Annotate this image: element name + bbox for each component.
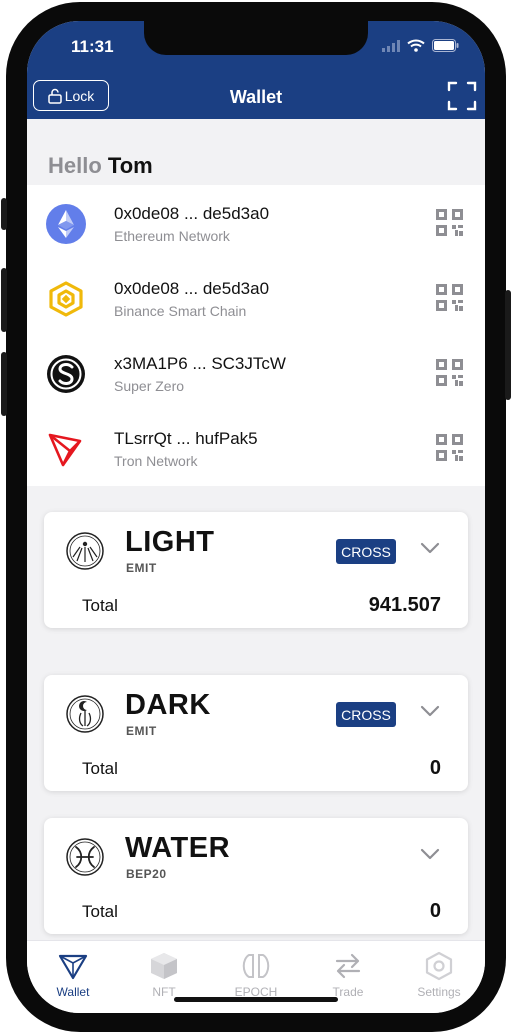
app-header: 11:31 Lock Wallet <box>27 21 485 119</box>
tab-label: Settings <box>417 985 461 999</box>
network-address: 0x0de08 ... de5d3a0 <box>114 204 270 223</box>
page-title: Wallet <box>229 87 283 107</box>
total-label: Total <box>82 759 118 778</box>
cross-button[interactable]: CROSS <box>336 539 396 564</box>
network-item-binance[interactable]: 0x0de08 ... de5d3a0 Binance Smart Chain <box>27 260 485 335</box>
scan-qr-icon[interactable] <box>447 81 477 111</box>
tab-trade[interactable]: Trade <box>308 951 388 999</box>
network-address: x3MA1P6 ... SC3JTcW <box>114 354 286 373</box>
total-label: Total <box>82 596 118 615</box>
ethereum-icon <box>46 204 86 244</box>
wifi-icon <box>407 39 425 52</box>
network-name: Ethereum Network <box>114 228 230 244</box>
total-value: 0 <box>429 900 441 922</box>
tab-nft[interactable]: NFT <box>124 951 204 999</box>
greeting-hello: Hello <box>48 153 102 178</box>
cube-icon <box>151 953 177 979</box>
qr-code-icon[interactable] <box>436 434 463 461</box>
notch <box>144 21 368 55</box>
token-standard: EMIT <box>126 561 157 575</box>
token-name: WATER <box>125 832 231 864</box>
tab-settings[interactable]: Settings <box>399 951 479 999</box>
network-item-ethereum[interactable]: 0x0de08 ... de5d3a0 Ethereum Network <box>27 185 485 260</box>
cross-button[interactable]: CROSS <box>336 702 396 727</box>
phone-power-button <box>505 290 511 400</box>
greeting-name: Tom <box>107 153 153 178</box>
token-standard: EMIT <box>126 724 157 738</box>
total-value: 941.507 <box>368 594 441 616</box>
token-standard: BEP20 <box>126 867 167 881</box>
binance-icon <box>49 281 83 317</box>
token-list: LIGHT EMIT CROSS Total 941.507 DARK EMIT… <box>27 486 485 940</box>
token-name: LIGHT <box>125 526 215 558</box>
home-indicator[interactable] <box>174 997 338 1002</box>
network-name: Super Zero <box>114 378 185 394</box>
network-name: Tron Network <box>114 453 198 469</box>
network-name: Binance Smart Chain <box>114 303 247 319</box>
light-token-icon <box>66 532 104 570</box>
qr-code-icon[interactable] <box>436 209 463 236</box>
super-zero-icon <box>47 355 85 393</box>
tab-wallet[interactable]: Wallet <box>33 951 113 999</box>
network-item-super-zero[interactable]: x3MA1P6 ... SC3JTcW Super Zero <box>27 335 485 410</box>
network-address: 0x0de08 ... de5d3a0 <box>114 279 270 298</box>
wallet-icon <box>58 954 88 980</box>
network-item-tron[interactable]: TLsrrQt ... hufPak5 Tron Network <box>27 410 485 485</box>
token-card-dark[interactable]: DARK EMIT CROSS Total 0 <box>44 675 468 791</box>
qr-code-icon[interactable] <box>436 359 463 386</box>
screen: 11:31 Lock Wallet Hello Tom 0x0de08 ... … <box>27 21 485 1013</box>
chevron-down-icon[interactable] <box>420 542 440 554</box>
token-name: DARK <box>125 689 211 721</box>
chevron-down-icon[interactable] <box>420 848 440 860</box>
phone-volume-up <box>1 268 7 332</box>
network-address: TLsrrQt ... hufPak5 <box>114 429 258 448</box>
total-label: Total <box>82 902 118 921</box>
tab-label: Wallet <box>56 985 90 999</box>
water-token-icon <box>66 838 104 876</box>
status-time: 11:31 <box>71 37 114 56</box>
token-card-water[interactable]: WATER BEP20 Total 0 <box>44 818 468 934</box>
cellular-signal-icon <box>382 39 400 52</box>
status-icons <box>382 39 459 52</box>
tab-epoch[interactable]: EPOCH <box>216 951 296 999</box>
chevron-down-icon[interactable] <box>420 705 440 717</box>
tron-icon <box>48 433 82 467</box>
epoch-icon <box>242 954 270 978</box>
tab-bar: Wallet NFT EPOCH Trade Settings <box>27 940 485 1013</box>
token-card-light[interactable]: LIGHT EMIT CROSS Total 941.507 <box>44 512 468 628</box>
phone-volume-down <box>1 352 7 416</box>
qr-code-icon[interactable] <box>436 284 463 311</box>
phone-mute-switch <box>1 198 7 230</box>
gear-icon <box>425 951 453 981</box>
network-list: 0x0de08 ... de5d3a0 Ethereum Network 0x0… <box>27 185 485 486</box>
swap-arrows-icon <box>335 953 361 979</box>
battery-icon <box>432 39 459 52</box>
total-value: 0 <box>429 757 441 779</box>
dark-token-icon <box>66 695 104 733</box>
greeting: Hello Tom <box>48 153 153 179</box>
